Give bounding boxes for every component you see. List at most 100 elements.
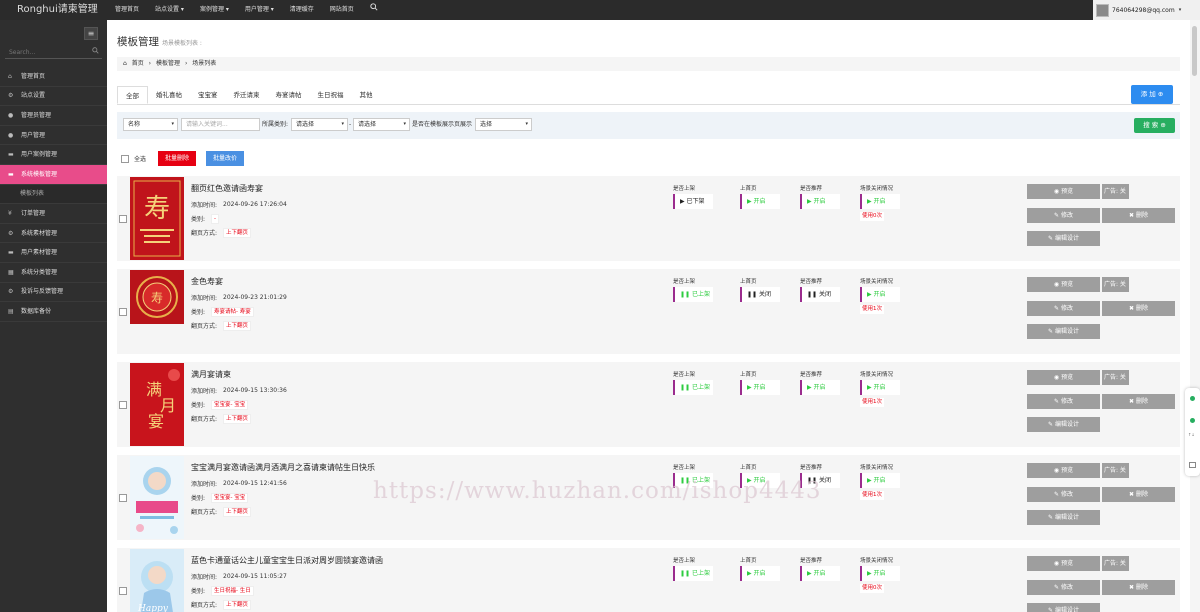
delete-button[interactable]: ✖ 删除 [1102,394,1175,409]
template-thumbnail[interactable]: 寿 [130,270,184,324]
delete-button[interactable]: ✖ 删除 [1102,580,1175,595]
tab-wedding[interactable]: 婚礼喜帖 [148,86,190,104]
sidebar-item-system-templates[interactable]: ▬ 系统模板管理 [0,164,107,185]
row-checkbox[interactable] [119,401,127,409]
page-scrollbar[interactable] [1190,20,1200,612]
sidebar-item-feedback[interactable]: ⚙ 投诉与反馈管理 [0,283,107,303]
search-icon[interactable] [362,0,386,20]
screenshot-icon[interactable] [1189,462,1196,468]
preview-button[interactable]: ◉ 预览 [1027,556,1100,571]
category-select-2[interactable]: 请选择 ▾ [353,118,410,131]
template-title[interactable]: 宝宝满月宴邀请函满月酒满月之喜请柬请帖生日快乐 [191,462,375,473]
sidebar-search-input[interactable] [5,46,85,58]
status-toggle-home[interactable]: ▶ 开启 [740,380,780,395]
template-title[interactable]: 翻页红色邀请函寿宴 [191,183,287,194]
topnav-clear-cache[interactable]: 清理缓存 [282,0,322,20]
edit-button[interactable]: ✎ 修改 [1027,301,1100,316]
preview-button[interactable]: ◉ 预览 [1027,463,1100,478]
delete-button[interactable]: ✖ 删除 [1102,301,1175,316]
breadcrumb-template-management[interactable]: 模板管理 [156,60,180,67]
template-title[interactable]: 蓝色卡通童话公主儿童宝宝生日派对周岁圆锁宴邀请函 [191,555,383,566]
tab-housewarming[interactable]: 乔迁请柬 [226,86,268,104]
sidebar-subitem-template-list[interactable]: 模板列表 [0,184,107,205]
tab-all[interactable]: 全部 [117,86,148,104]
bulk-delete-button[interactable]: 批量删除 [158,151,197,166]
edit-button[interactable]: ✎ 修改 [1027,394,1100,409]
ad-status[interactable]: 广告: 关 [1102,370,1129,385]
sidebar-item-user-assets[interactable]: ▬ 用户素材管理 [0,243,107,263]
design-button[interactable]: ✎ 编辑设计 [1027,417,1100,432]
topnav-case-management[interactable]: 案例管理 ▾ [192,0,237,20]
edit-button[interactable]: ✎ 修改 [1027,208,1100,223]
template-thumbnail[interactable]: Happy [130,549,184,612]
status-toggle-listed[interactable]: ▶ 已下架 [673,194,713,209]
status-toggle-recommend[interactable]: ❚❚ 关闭 [800,287,840,302]
status-toggle-home[interactable]: ▶ 开启 [740,194,780,209]
floating-toolbar[interactable]: ↑↓ [1185,388,1200,476]
design-button[interactable]: ✎ 编辑设计 [1027,603,1100,612]
category-select-1[interactable]: 请选择 ▾ [291,118,348,131]
status-toggle-home[interactable]: ▶ 开启 [740,566,780,581]
tab-birthday[interactable]: 生日祝福 [310,86,352,104]
row-checkbox[interactable] [119,494,127,502]
status-toggle-recommend[interactable]: ▶ 开启 [800,194,840,209]
status-toggle-recommend[interactable]: ▶ 开启 [800,380,840,395]
sidebar-item-db-backup[interactable]: ▤ 数据库备份 [0,302,107,322]
delete-button[interactable]: ✖ 删除 [1102,487,1175,502]
status-toggle-close[interactable]: ▶ 开启 [860,194,900,209]
topnav-site-settings[interactable]: 站点设置 ▾ [147,0,192,20]
breadcrumb-home[interactable]: 首页 [132,60,144,67]
status-toggle-listed[interactable]: ❚❚ 已上架 [673,566,713,581]
delete-button[interactable]: ✖ 删除 [1102,208,1175,223]
tab-baby[interactable]: 宝宝宴 [190,86,226,104]
scrollbar-thumb[interactable] [1192,26,1197,76]
status-toggle-close[interactable]: ▶ 开启 [860,380,900,395]
status-toggle-listed[interactable]: ❚❚ 已上架 [673,380,713,395]
design-button[interactable]: ✎ 编辑设计 [1027,231,1100,246]
template-thumbnail[interactable]: 寿 [130,177,184,260]
topnav-user-management[interactable]: 用户管理 ▾ [237,0,282,20]
menu-toggle-icon[interactable]: ≡ [84,27,98,40]
search-button[interactable]: 搜 索 ⊕ [1134,118,1175,133]
topnav-home[interactable]: 管理首页 [107,0,147,20]
preview-button[interactable]: ◉ 预览 [1027,370,1100,385]
template-title[interactable]: 满月宴请柬 [191,369,287,380]
design-button[interactable]: ✎ 编辑设计 [1027,324,1100,339]
topnav-site-home[interactable]: 网站首页 [322,0,362,20]
search-icon[interactable] [92,47,99,56]
ad-status[interactable]: 广告: 关 [1102,556,1129,571]
show-on-page-select[interactable]: 选择 ▾ [475,118,532,131]
ad-status[interactable]: 广告: 关 [1102,463,1129,478]
sidebar-item-system-assets[interactable]: ⚙ 系统素材管理 [0,224,107,244]
select-all-checkbox[interactable] [121,154,129,163]
sidebar-item-orders[interactable]: ¥ 订单管理 [0,204,107,224]
status-toggle-listed[interactable]: ❚❚ 已上架 [673,287,713,302]
row-checkbox[interactable] [119,308,127,316]
row-checkbox[interactable] [119,215,127,223]
add-button[interactable]: 添 加 ⊕ [1131,85,1173,104]
template-thumbnail[interactable]: 满月宴 [130,363,184,446]
template-title[interactable]: 金色寿宴 [191,276,287,287]
sidebar-item-site-settings[interactable]: ⚙ 站点设置 [0,87,107,107]
edit-button[interactable]: ✎ 修改 [1027,487,1100,502]
select-all-label[interactable]: 全选 [134,154,146,163]
status-toggle-home[interactable]: ❚❚ 关闭 [740,287,780,302]
field-select[interactable]: 名称 ▾ [123,118,178,131]
preview-button[interactable]: ◉ 预览 [1027,277,1100,292]
sidebar-item-users[interactable]: ● 用户管理 [0,126,107,146]
status-toggle-close[interactable]: ▶ 开启 [860,473,900,488]
sidebar-item-categories[interactable]: ▦ 系统分类管理 [0,263,107,283]
brand-title[interactable]: Ronghui请柬管理 [0,0,107,20]
template-thumbnail[interactable] [130,456,184,539]
status-toggle-close[interactable]: ▶ 开启 [860,566,900,581]
status-toggle-recommend[interactable]: ▶ 开启 [800,566,840,581]
edit-button[interactable]: ✎ 修改 [1027,580,1100,595]
row-checkbox[interactable] [119,587,127,595]
tab-longevity[interactable]: 寿宴请帖 [268,86,310,104]
ad-status[interactable]: 广告: 关 [1102,184,1129,199]
status-toggle-close[interactable]: ▶ 开启 [860,287,900,302]
sidebar-item-admins[interactable]: ● 管理员管理 [0,106,107,126]
ad-status[interactable]: 广告: 关 [1102,277,1129,292]
bulk-price-button[interactable]: 批量改价 [206,151,245,166]
sidebar-item-home[interactable]: ⌂ 管理首页 [0,67,107,87]
